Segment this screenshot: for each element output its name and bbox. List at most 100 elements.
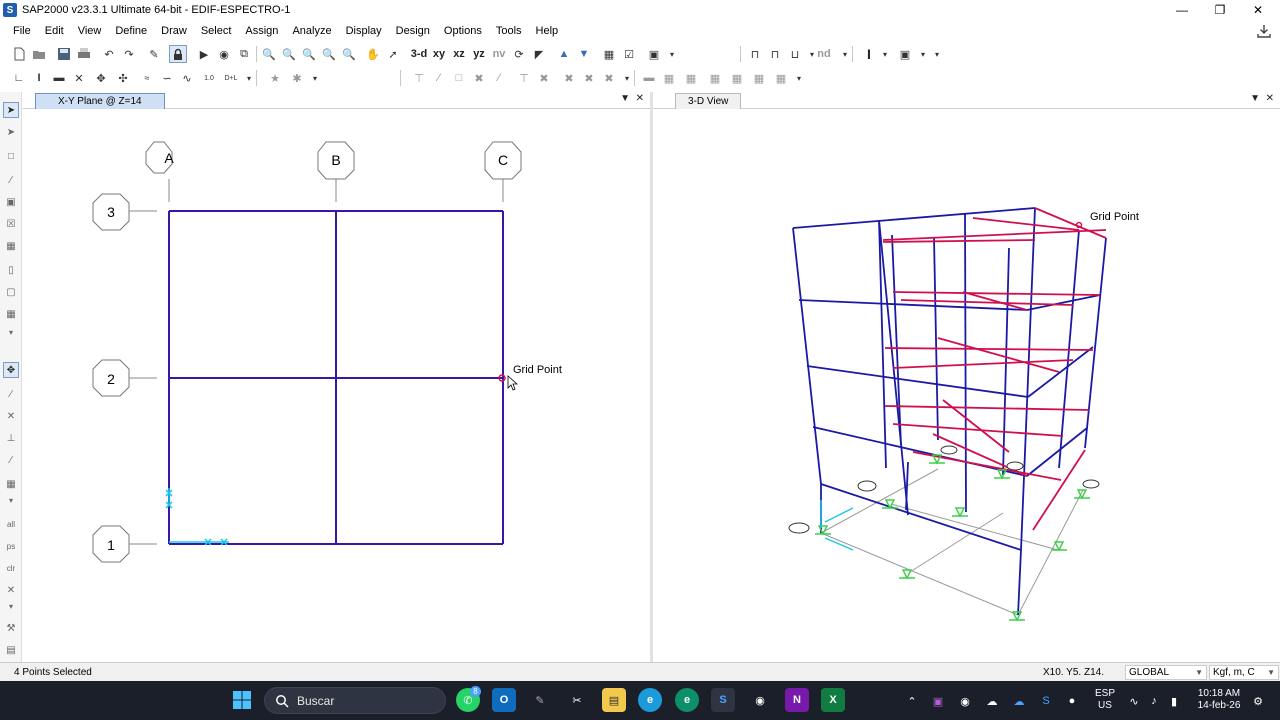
edge-dev-icon[interactable]: e bbox=[675, 688, 699, 712]
object-shrink-dropdown-icon[interactable]: ▾ bbox=[663, 45, 681, 63]
edit-dropdown-icon[interactable]: ▾ bbox=[790, 69, 808, 87]
draw-cable-icon[interactable]: ✥ bbox=[92, 69, 110, 87]
object-shrink-icon[interactable]: ▣ bbox=[645, 45, 663, 63]
tray-onenote-icon[interactable]: ▣ bbox=[930, 693, 946, 709]
tray-microphone-icon[interactable]: ● bbox=[1064, 693, 1080, 709]
tab-plan-view[interactable]: X-Y Plane @ Z=14 bbox=[35, 93, 165, 109]
clear-selection-icon[interactable]: clr bbox=[3, 560, 19, 576]
tab-3d-view[interactable]: 3-D View bbox=[675, 93, 742, 109]
join-frames-icon[interactable]: ▦ bbox=[706, 69, 724, 87]
frame-releases-icon[interactable]: ⊓ bbox=[746, 45, 764, 63]
draw-frame-tool-icon[interactable]: ∕ bbox=[3, 172, 19, 188]
menu-edit[interactable]: Edit bbox=[38, 20, 71, 42]
combo-1-icon[interactable]: 1.0 bbox=[200, 69, 218, 87]
excel-icon[interactable]: X bbox=[821, 688, 845, 712]
draw-link-icon[interactable]: ✖ bbox=[580, 69, 598, 87]
clock[interactable]: 10:18 AM 14-feb-26 bbox=[1194, 688, 1244, 712]
outlook-icon[interactable]: O bbox=[492, 688, 516, 712]
view-yz-button[interactable]: yz bbox=[470, 45, 488, 63]
grid-lines-icon[interactable]: ∟ bbox=[10, 69, 28, 87]
battery-icon[interactable]: ▮ bbox=[1166, 693, 1182, 709]
tray-onedrive-icon[interactable]: ☁ bbox=[1011, 693, 1027, 709]
snap-points-icon[interactable]: ✥ bbox=[3, 362, 19, 378]
new-model-icon[interactable] bbox=[10, 45, 28, 63]
menu-analyze[interactable]: Analyze bbox=[285, 20, 338, 42]
chrome-icon[interactable]: ◉ bbox=[748, 688, 772, 712]
volume-icon[interactable]: ♪ bbox=[1146, 693, 1162, 709]
plan-frames[interactable] bbox=[168, 210, 504, 545]
view-xy-button[interactable]: xy bbox=[430, 45, 448, 63]
snap-intersections-icon[interactable]: ✕ bbox=[3, 408, 19, 424]
divide-frames-icon[interactable]: ▦ bbox=[682, 69, 700, 87]
draw-rect-area-tool-icon[interactable]: ▢ bbox=[3, 284, 19, 300]
quick-draw-area-icon[interactable]: ∕ bbox=[490, 69, 508, 87]
maximize-button[interactable]: ❐ bbox=[1200, 0, 1240, 20]
menu-design[interactable]: Design bbox=[389, 20, 437, 42]
3d-view-pane[interactable]: 3-D View ▼ ✕ Grid Point bbox=[653, 92, 1280, 662]
draw-reference-point-icon[interactable]: ✖ bbox=[560, 69, 578, 87]
draw-frame-icon[interactable]: ∕ bbox=[430, 69, 448, 87]
plan-view-menu-icon[interactable]: ▼ bbox=[620, 93, 630, 104]
tendon-icon[interactable]: ★ bbox=[266, 69, 284, 87]
menu-select[interactable]: Select bbox=[194, 20, 239, 42]
menu-help[interactable]: Help bbox=[529, 20, 566, 42]
view-xz-button[interactable]: xz bbox=[450, 45, 468, 63]
menu-view[interactable]: View bbox=[71, 20, 109, 42]
mesh-icon[interactable]: ▦ bbox=[660, 69, 678, 87]
3d-frames-red[interactable] bbox=[882, 207, 1107, 531]
draw-tendon-icon[interactable]: ✖ bbox=[600, 69, 618, 87]
windows-start-icon[interactable] bbox=[232, 690, 252, 710]
tray-overflow-icon[interactable]: ⌃ bbox=[904, 693, 920, 709]
draw-column-icon[interactable]: I bbox=[30, 69, 48, 87]
grid-bubble-1[interactable]: 1 bbox=[92, 525, 157, 563]
move-down-icon[interactable]: ▼ bbox=[575, 45, 593, 63]
draw-poly-area-tool-icon[interactable]: ▯ bbox=[3, 262, 19, 278]
tray-cloud-icon[interactable]: ☁ bbox=[984, 693, 1000, 709]
notifications-icon[interactable]: ⚙ bbox=[1250, 693, 1266, 709]
grid-bubble-a[interactable]: A bbox=[145, 141, 174, 202]
left-tools-dropdown-1-icon[interactable]: ▾ bbox=[3, 324, 19, 340]
assign-check-icon[interactable]: ☑ bbox=[620, 45, 638, 63]
3d-hovered-grid-point[interactable] bbox=[1075, 221, 1083, 229]
quick-draw-brace-icon[interactable]: ☒ bbox=[3, 216, 19, 232]
get-previous-selection-icon[interactable]: ps bbox=[3, 538, 19, 554]
assign-tendon-icon[interactable]: ∽ bbox=[158, 69, 176, 87]
section-cut-dropdown-icon[interactable]: ▾ bbox=[876, 45, 894, 63]
draw-poly-area-icon[interactable]: ✖ bbox=[470, 69, 488, 87]
run-now-icon[interactable]: ◉ bbox=[215, 45, 233, 63]
snap-fine-grid-icon[interactable]: ▦ bbox=[3, 476, 19, 492]
left-tools-dropdown-3-icon[interactable]: ▾ bbox=[3, 598, 19, 614]
pen-app-icon[interactable]: ✎ bbox=[528, 688, 552, 712]
menu-define[interactable]: Define bbox=[108, 20, 154, 42]
snap-perpendicular-icon[interactable]: ⊥ bbox=[3, 430, 19, 446]
left-tools-dropdown-2-icon[interactable]: ▾ bbox=[3, 492, 19, 508]
copy-icon[interactable]: ⧉ bbox=[235, 45, 253, 63]
plan-view-close-icon[interactable]: ✕ bbox=[636, 93, 644, 104]
quick-draw-frame-icon[interactable]: ▣ bbox=[3, 194, 19, 210]
taskbar-search[interactable]: Buscar bbox=[264, 687, 446, 714]
display-window-icon[interactable]: ▣ bbox=[896, 45, 914, 63]
frame-local-axes-icon[interactable]: ⊓ bbox=[766, 45, 784, 63]
frame-extrude-icon[interactable]: ⊔ bbox=[786, 45, 804, 63]
print-icon[interactable] bbox=[75, 45, 93, 63]
tool-document-icon[interactable]: ▤ bbox=[3, 642, 19, 658]
wifi-icon[interactable]: ∿ bbox=[1126, 693, 1142, 709]
3d-view-canvas[interactable]: Grid Point bbox=[653, 110, 1280, 662]
combo-2-icon[interactable]: D+L bbox=[222, 69, 240, 87]
intersecting-line-select-icon[interactable]: ✕ bbox=[3, 582, 19, 598]
edge-icon[interactable]: e bbox=[638, 688, 662, 712]
zoom-out-icon[interactable]: 🔍 bbox=[340, 45, 358, 63]
set-display-options-icon[interactable]: ▦ bbox=[600, 45, 618, 63]
3d-frames-blue[interactable] bbox=[792, 207, 1107, 616]
menu-file[interactable]: File bbox=[6, 20, 38, 42]
onenote-icon[interactable]: N bbox=[785, 688, 809, 712]
undo-icon[interactable]: ↶ bbox=[100, 45, 118, 63]
keyboard-language[interactable]: ESP US bbox=[1092, 688, 1118, 712]
snap-lines-icon[interactable]: ∕ bbox=[3, 452, 19, 468]
plan-view-pane[interactable]: X-Y Plane @ Z=14 ▼ ✕ A B C 3 2 1 Grid Po… bbox=[23, 92, 650, 662]
zoom-window-icon[interactable]: 🔍 bbox=[260, 45, 278, 63]
quick-draw-area-tool-icon[interactable]: ▦ bbox=[3, 306, 19, 322]
lock-model-icon[interactable] bbox=[169, 45, 187, 63]
draw-brace-icon[interactable]: ✕ bbox=[70, 69, 88, 87]
run-analysis-icon[interactable]: ▶ bbox=[195, 45, 213, 63]
